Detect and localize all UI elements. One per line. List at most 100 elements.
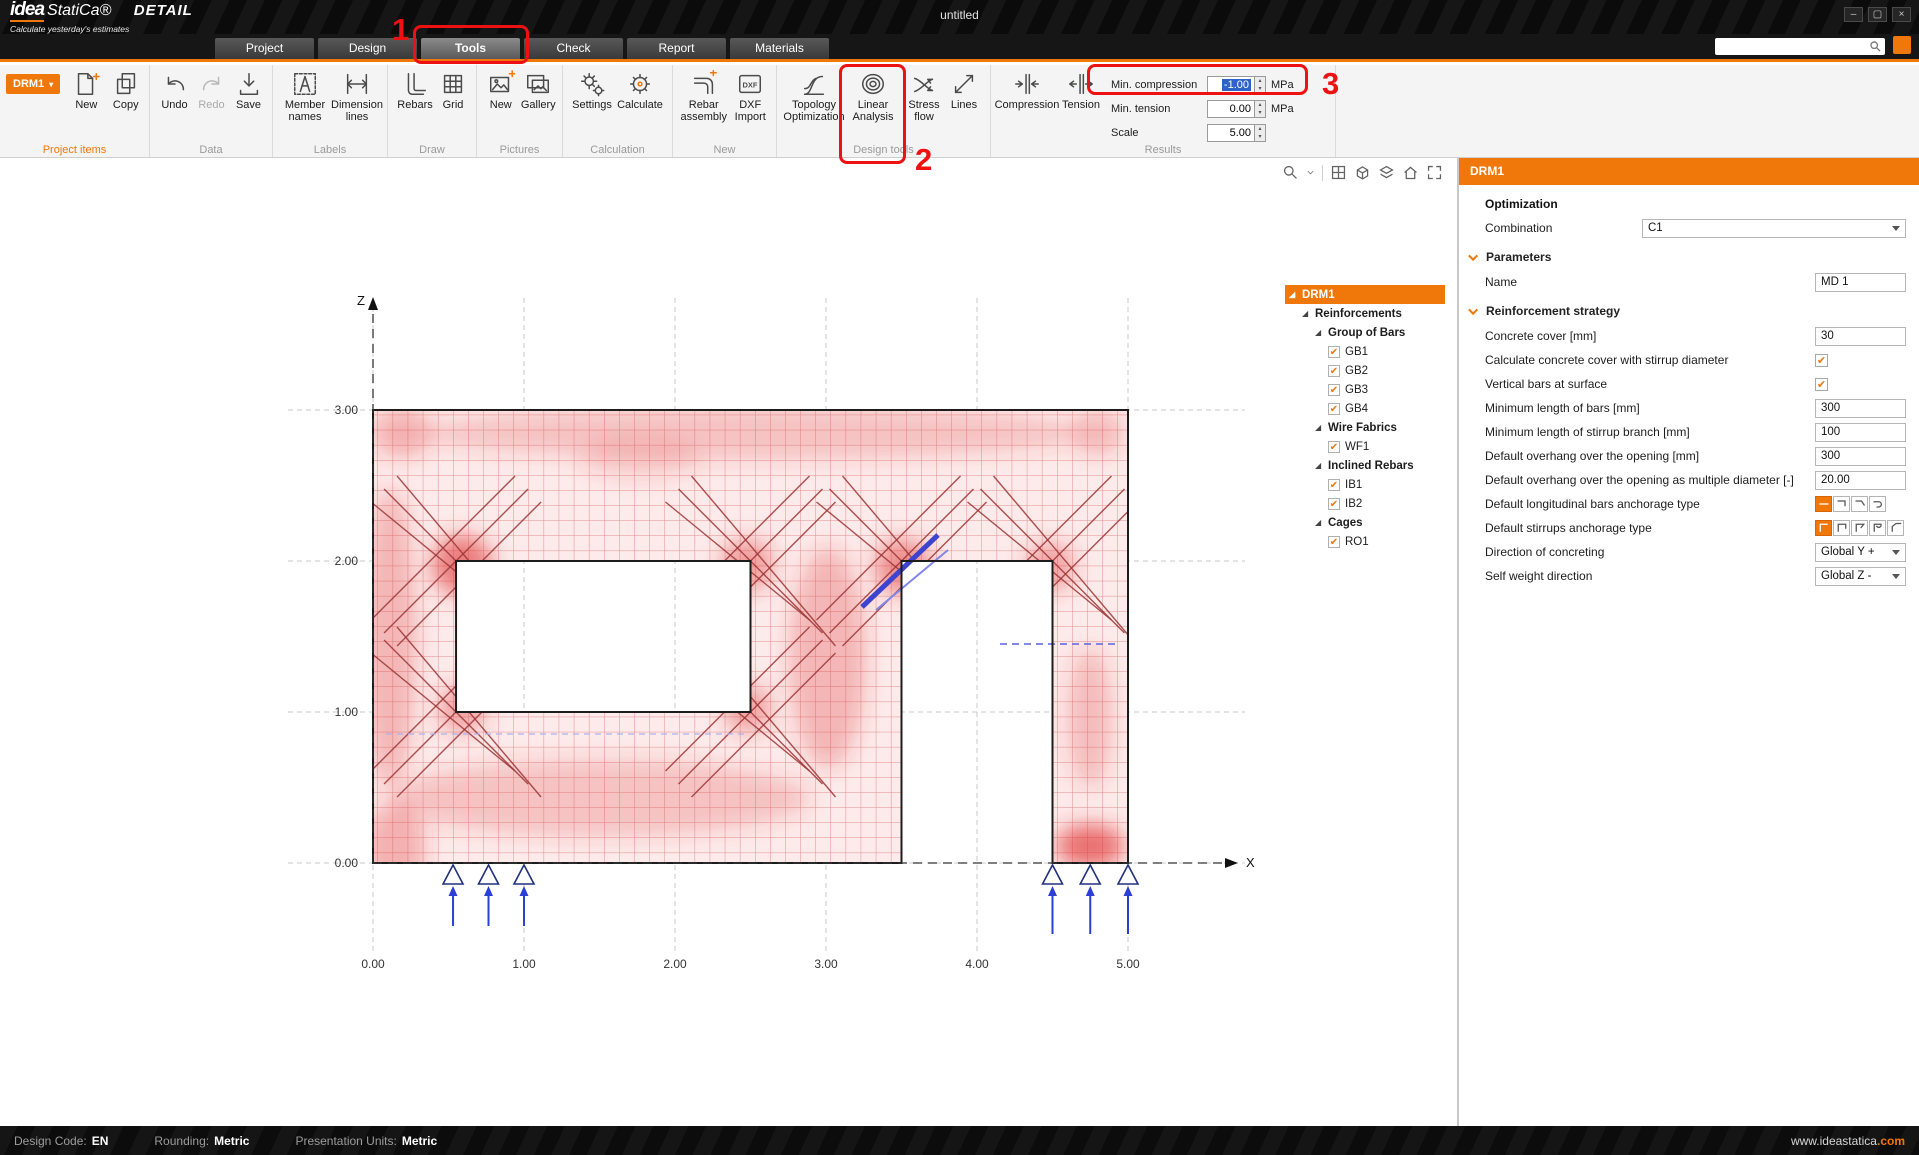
save-button[interactable]: Save <box>230 70 267 112</box>
model-canvas[interactable]: ZX0.001.002.003.000.001.002.003.004.005.… <box>0 158 1457 1126</box>
section-reinforcement-strategy[interactable]: Reinforcement strategy <box>1459 298 1919 324</box>
home-view-icon[interactable] <box>1402 164 1419 181</box>
stirrups-anchorage-type-option-s-hook-90-icon[interactable] <box>1833 520 1850 536</box>
undo-button[interactable]: Undo <box>156 70 193 112</box>
expander-icon[interactable]: ◢ <box>1315 518 1324 527</box>
tree-node-cages[interactable]: ◢Cages <box>1285 513 1445 532</box>
settings-button[interactable]: Settings <box>569 70 615 112</box>
gb2-checkbox[interactable]: ✔ <box>1328 365 1340 377</box>
ib1-checkbox[interactable]: ✔ <box>1328 479 1340 491</box>
longitudinal-anchorage-type-option-hook-90-icon[interactable] <box>1833 496 1850 512</box>
vertical-bars-at-surface-checkbox[interactable]: ✔ <box>1815 378 1828 391</box>
grid-button[interactable]: Grid <box>436 70 470 112</box>
tree-node-drm1[interactable]: ◢DRM1 <box>1285 285 1445 304</box>
longitudinal-anchorage-type-option-hook-135-icon[interactable] <box>1851 496 1868 512</box>
close-button[interactable]: × <box>1892 7 1911 22</box>
search-box[interactable] <box>1715 38 1885 55</box>
tree-node-inclined-rebars[interactable]: ◢Inclined Rebars <box>1285 456 1445 475</box>
tree-node-ro1[interactable]: ✔RO1 <box>1285 532 1445 551</box>
chevron-down-icon[interactable] <box>1306 164 1315 181</box>
concrete-cover-input[interactable]: 30 <box>1815 327 1906 346</box>
feedback-button[interactable] <box>1893 36 1911 54</box>
expander-icon[interactable]: ◢ <box>1315 328 1324 337</box>
tree-node-wire-fabrics[interactable]: ◢Wire Fabrics <box>1285 418 1445 437</box>
tree-node-group-of-bars[interactable]: ◢Group of Bars <box>1285 323 1445 342</box>
new-picture-button[interactable]: New <box>483 70 519 112</box>
stirrups-anchorage-type-option-s-hook-135-icon[interactable] <box>1851 520 1868 536</box>
min-length-of-bars-input[interactable]: 300 <box>1815 399 1906 418</box>
tab-materials[interactable]: Materials <box>730 38 829 59</box>
layers-icon[interactable] <box>1378 164 1395 181</box>
tree-node-gb3[interactable]: ✔GB3 <box>1285 380 1445 399</box>
cover-with-stirrup-diameter-checkbox[interactable]: ✔ <box>1815 354 1828 367</box>
collapse-chevron-icon[interactable] <box>1468 251 1478 261</box>
stirrups-anchorage-type-option-corner-90-icon[interactable] <box>1815 520 1832 536</box>
scale-spinner[interactable]: ▴▾ <box>1255 124 1266 142</box>
compression-button[interactable]: Compression <box>997 70 1057 112</box>
name-input[interactable]: MD 1 <box>1815 273 1906 292</box>
search-input[interactable] <box>1715 41 1869 53</box>
zoom-icon[interactable] <box>1282 164 1299 181</box>
stirrups-anchorage-type-option-corner-135-icon[interactable] <box>1887 520 1904 536</box>
section-parameters[interactable]: Parameters <box>1459 244 1919 270</box>
new-project-item-button[interactable]: New <box>66 70 106 112</box>
copy-project-item-button[interactable]: Copy <box>107 70 145 112</box>
member-names-button[interactable]: Member names <box>279 70 331 123</box>
structural-model-view[interactable]: ZX0.001.002.003.000.001.002.003.004.005.… <box>0 158 1457 1126</box>
self-weight-direction-dropdown[interactable]: Global Z - <box>1815 567 1906 586</box>
linear-analysis-button[interactable]: Linear Analysis <box>845 70 901 123</box>
direction-of-concreting-dropdown[interactable]: Global Y + <box>1815 543 1906 562</box>
min-compression-input[interactable]: -1.00 <box>1207 76 1255 94</box>
rebar-assembly-button[interactable]: Rebar assembly <box>679 70 728 123</box>
tension-button[interactable]: Tension <box>1057 70 1105 112</box>
tree-node-gb1[interactable]: ✔GB1 <box>1285 342 1445 361</box>
expander-icon[interactable]: ◢ <box>1315 461 1324 470</box>
expander-icon[interactable]: ◢ <box>1315 423 1324 432</box>
gb3-checkbox[interactable]: ✔ <box>1328 384 1340 396</box>
cube-view-icon[interactable] <box>1354 164 1371 181</box>
tab-report[interactable]: Report <box>627 38 726 59</box>
ib2-checkbox[interactable]: ✔ <box>1328 498 1340 510</box>
website-link[interactable]: www.ideastatica.com <box>1791 1134 1905 1148</box>
tree-node-ib1[interactable]: ✔IB1 <box>1285 475 1445 494</box>
fit-view-icon[interactable] <box>1426 164 1443 181</box>
rebars-button[interactable]: Rebars <box>394 70 436 112</box>
tree-node-gb4[interactable]: ✔GB4 <box>1285 399 1445 418</box>
dimension-lines-button[interactable]: Dimension lines <box>331 70 383 123</box>
min-compression-spinner[interactable]: ▴▾ <box>1255 76 1266 94</box>
stirrups-anchorage-type-option-s-hook-180-icon[interactable] <box>1869 520 1886 536</box>
lines-button[interactable]: Lines <box>947 70 981 112</box>
collapse-chevron-icon[interactable] <box>1468 305 1478 315</box>
grid-view-icon[interactable] <box>1330 164 1347 181</box>
ro1-checkbox[interactable]: ✔ <box>1328 536 1340 548</box>
dxf-import-button[interactable]: DXF DXF Import <box>728 70 772 123</box>
calculate-button[interactable]: Calculate <box>615 70 665 112</box>
minimize-button[interactable]: – <box>1844 7 1863 22</box>
tree-node-ib2[interactable]: ✔IB2 <box>1285 494 1445 513</box>
stress-flow-button[interactable]: Stress flow <box>901 70 947 123</box>
min-tension-spinner[interactable]: ▴▾ <box>1255 100 1266 118</box>
redo-button[interactable]: Redo <box>193 70 230 112</box>
expander-icon[interactable]: ◢ <box>1289 290 1298 299</box>
gb4-checkbox[interactable]: ✔ <box>1328 403 1340 415</box>
tab-check[interactable]: Check <box>524 38 623 59</box>
longitudinal-anchorage-type-option-hook-180-icon[interactable] <box>1869 496 1886 512</box>
tree-node-gb2[interactable]: ✔GB2 <box>1285 361 1445 380</box>
gb1-checkbox[interactable]: ✔ <box>1328 346 1340 358</box>
min-length-stirrup-branch-input[interactable]: 100 <box>1815 423 1906 442</box>
maximize-button[interactable]: ▢ <box>1868 7 1887 22</box>
overhang-multiple-diameter-input[interactable]: 20.00 <box>1815 471 1906 490</box>
tab-project[interactable]: Project <box>215 38 314 59</box>
wf1-checkbox[interactable]: ✔ <box>1328 441 1340 453</box>
min-tension-input[interactable]: 0.00 <box>1207 100 1255 118</box>
longitudinal-anchorage-type-option-straight-icon[interactable] <box>1815 496 1832 512</box>
combination-dropdown[interactable]: C1 <box>1642 219 1906 238</box>
expander-icon[interactable]: ◢ <box>1302 309 1311 318</box>
scale-input[interactable]: 5.00 <box>1207 124 1255 142</box>
tab-tools[interactable]: Tools <box>421 38 520 59</box>
project-item-selector[interactable]: DRM1▾ <box>6 74 60 94</box>
overhang-over-opening-input[interactable]: 300 <box>1815 447 1906 466</box>
tab-design[interactable]: Design <box>318 38 417 59</box>
tree-node-wf1[interactable]: ✔WF1 <box>1285 437 1445 456</box>
topology-optimization-button[interactable]: Topology Optimization <box>783 70 845 123</box>
